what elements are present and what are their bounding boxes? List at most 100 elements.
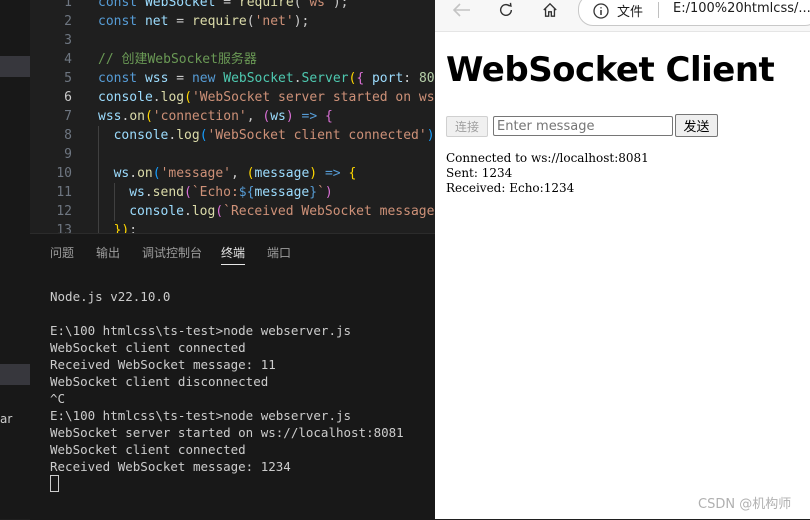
code-token: const bbox=[98, 0, 145, 10]
refresh-icon bbox=[497, 2, 515, 18]
code-line[interactable]: 4// 创建WebSocket服务器 bbox=[30, 50, 435, 69]
code-line[interactable]: 7 wss.on('connection', (ws) => { bbox=[30, 107, 435, 126]
log-line: Connected to ws://localhost:8081 bbox=[446, 151, 649, 165]
code-token: ( bbox=[184, 90, 192, 105]
code-token: . bbox=[129, 166, 137, 181]
terminal-line: WebSocket client connected bbox=[50, 339, 246, 356]
refresh-button[interactable] bbox=[492, 0, 520, 20]
tab-terminal[interactable]: 终端 bbox=[221, 244, 245, 261]
code-token: wss bbox=[98, 109, 121, 124]
code-token: ws bbox=[270, 109, 286, 124]
tab-problems[interactable]: 问题 bbox=[50, 244, 74, 261]
code-token: WebSocket bbox=[145, 0, 223, 10]
code-token: ( bbox=[215, 204, 223, 219]
code-line[interactable]: 12 console.log(`Received WebSocket messag… bbox=[30, 202, 435, 221]
code-token: `Echo: bbox=[192, 185, 239, 200]
back-arrow-icon bbox=[453, 3, 471, 17]
code-token: net bbox=[145, 14, 176, 29]
log-line: Received: Echo:1234 bbox=[446, 181, 574, 195]
code-line[interactable]: 5const wss = new WebSocket.Server({ port… bbox=[30, 69, 435, 88]
info-icon[interactable] bbox=[593, 3, 609, 19]
back-button[interactable] bbox=[448, 0, 476, 20]
code-token: ) bbox=[325, 185, 333, 200]
line-number: 5 bbox=[30, 69, 72, 88]
code-text: ws.send(`Echo:${message}`) bbox=[129, 183, 333, 202]
code-token: ) bbox=[427, 128, 435, 143]
indent-guide bbox=[98, 221, 99, 233]
code-token: ( bbox=[294, 0, 302, 10]
address-bar[interactable]: 文件 E:/100%20htmlcss/... bbox=[578, 0, 810, 26]
code-text: }); bbox=[114, 221, 137, 233]
connect-button[interactable]: 连接 bbox=[446, 116, 488, 137]
code-token: ( bbox=[153, 166, 161, 181]
code-line[interactable]: 1 const WebSocket = require('ws'); bbox=[30, 0, 435, 12]
code-token bbox=[317, 166, 325, 181]
code-token: console bbox=[98, 90, 153, 105]
code-token: log bbox=[161, 90, 184, 105]
code-token: : bbox=[403, 71, 419, 86]
code-line[interactable]: 10ws.on('message', (message) => { bbox=[30, 164, 435, 183]
code-line[interactable]: 11ws.send(`Echo:${message}`) bbox=[30, 183, 435, 202]
code-token: }) bbox=[114, 223, 130, 233]
code-editor[interactable]: 1 const WebSocket = require('ws');2const … bbox=[30, 0, 435, 233]
line-number: 1 bbox=[30, 0, 72, 12]
code-token: ) bbox=[309, 166, 317, 181]
line-number: 6 bbox=[30, 88, 72, 107]
sidebar-selected-item[interactable] bbox=[0, 364, 30, 385]
page-title: WebSocket Client bbox=[446, 50, 774, 90]
code-token: ws bbox=[114, 166, 130, 181]
code-token: ( bbox=[184, 185, 192, 200]
code-token: message bbox=[255, 166, 310, 181]
log-line: Sent: 1234 bbox=[446, 166, 512, 180]
terminal-line: E:\100 htmlcss\ts-test>node webserver.js bbox=[50, 322, 351, 339]
code-line[interactable]: 13}); bbox=[30, 221, 435, 233]
code-text: console.log('WebSocket client connected'… bbox=[114, 126, 435, 145]
code-token: on bbox=[129, 109, 145, 124]
home-button[interactable] bbox=[536, 0, 564, 20]
line-number: 12 bbox=[30, 202, 72, 221]
sidebar-selected-item[interactable] bbox=[0, 56, 30, 77]
code-line[interactable]: 8console.log('WebSocket client connected… bbox=[30, 126, 435, 145]
line-number: 7 bbox=[30, 107, 72, 126]
code-token: . bbox=[153, 90, 161, 105]
code-token: ws bbox=[129, 185, 145, 200]
tab-debug-console[interactable]: 调试控制台 bbox=[142, 244, 202, 261]
code-line[interactable]: 2const net = require('net'); bbox=[30, 12, 435, 31]
code-text: // 创建WebSocket服务器 bbox=[98, 50, 257, 69]
code-token: 'WebSocket client connected' bbox=[208, 128, 427, 143]
code-line[interactable]: 9 bbox=[30, 145, 435, 164]
code-text: wss.on('connection', (ws) => { bbox=[98, 107, 333, 126]
explorer-sidebar: ar bbox=[0, 0, 30, 519]
terminal-line: WebSocket server started on ws://localho… bbox=[50, 424, 404, 441]
code-token: on bbox=[137, 166, 153, 181]
browser-toolbar: 文件 E:/100%20htmlcss/... bbox=[435, 0, 810, 32]
tab-output[interactable]: 输出 bbox=[96, 244, 120, 261]
watermark: CSDN @机构师 bbox=[698, 493, 791, 512]
indent-guide bbox=[114, 202, 115, 221]
message-input[interactable] bbox=[493, 116, 673, 136]
tab-ports[interactable]: 端口 bbox=[267, 244, 291, 261]
send-button[interactable]: 发送 bbox=[675, 114, 718, 137]
code-token: wss bbox=[145, 71, 176, 86]
code-token: ); bbox=[333, 0, 349, 10]
code-token: { bbox=[348, 166, 356, 181]
address-scheme-label: 文件 bbox=[617, 1, 643, 20]
code-token: const bbox=[98, 71, 145, 86]
address-url[interactable]: E:/100%20htmlcss/... bbox=[673, 1, 810, 16]
code-token: console bbox=[114, 128, 169, 143]
terminal-panel: 问题 输出 调试控制台 终端 端口 Node.js v22.10.0E:\100… bbox=[30, 233, 435, 520]
line-number: 3 bbox=[30, 31, 72, 50]
code-text: console.log(`Received WebSocket message: bbox=[129, 202, 435, 221]
code-token: => bbox=[325, 166, 341, 181]
code-token: = bbox=[223, 0, 239, 10]
code-text: const WebSocket = require('ws'); bbox=[98, 0, 349, 12]
code-line[interactable]: 6console.log('WebSocket server started o… bbox=[30, 88, 435, 107]
code-line[interactable]: 3 bbox=[30, 31, 435, 50]
line-number: 13 bbox=[30, 221, 72, 233]
code-token: // 创建WebSocket服务器 bbox=[98, 52, 257, 67]
indent-guide bbox=[114, 183, 115, 202]
code-token: require bbox=[192, 14, 247, 29]
code-token: ` bbox=[317, 185, 325, 200]
line-number: 11 bbox=[30, 183, 72, 202]
code-token: WebSocket bbox=[223, 71, 293, 86]
